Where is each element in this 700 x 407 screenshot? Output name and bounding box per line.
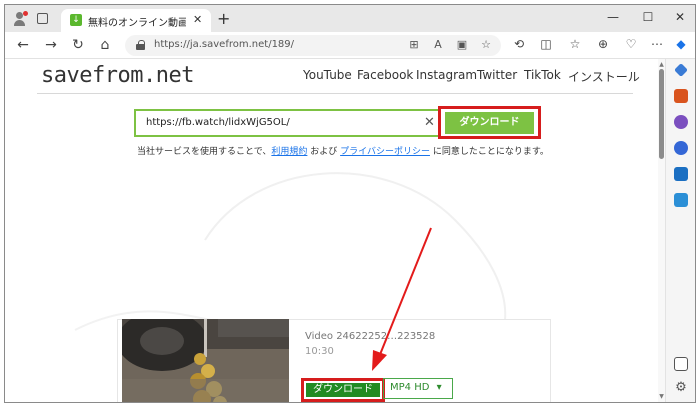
tab-actions-icon[interactable] (37, 13, 48, 24)
lock-icon[interactable] (136, 40, 145, 50)
download-button-highlight: ダウンロード (438, 106, 541, 139)
format-select[interactable]: MP4 HD ▾ (383, 378, 453, 399)
minimize-button[interactable]: — (603, 10, 623, 24)
clear-icon[interactable]: ✕ (424, 115, 435, 130)
format-select-value: MP4 HD (390, 382, 430, 393)
new-tab-button[interactable]: + (217, 9, 230, 28)
browser-essentials-icon[interactable]: ♡ (622, 37, 640, 51)
toolbox-icon[interactable] (674, 89, 688, 103)
more-menu-icon[interactable]: ⋯ (648, 37, 666, 51)
profile-icon[interactable] (13, 11, 29, 27)
terms-suffix: に同意したことになります。 (429, 147, 549, 157)
site-logo[interactable]: savefrom.net (41, 63, 194, 88)
terms-notice: 当社サービスを使用することで、利用規約 および プライバシーポリシー に同意した… (137, 144, 549, 157)
browser-window: ↓ 無料のオンライン動画ダウンロード。動 ✕ + — ☐ ✕ ← → ↻ ⌂ h… (4, 4, 696, 403)
header-divider (37, 93, 633, 94)
nav-twitter[interactable]: Twitter (477, 68, 517, 82)
copilot-icon[interactable]: ◆ (672, 37, 690, 51)
favorites-icon[interactable]: ☆ (566, 37, 584, 51)
read-aloud-icon[interactable]: A (431, 38, 445, 51)
copilot-sidebar-icon[interactable] (674, 141, 688, 155)
app-available-icon[interactable]: ⊞ (407, 38, 421, 51)
terms-prefix: 当社サービスを使用することで、 (137, 147, 272, 157)
result-download-button[interactable]: ダウンロード (306, 383, 380, 397)
back-arrow-icon[interactable]: ← (14, 37, 32, 53)
tab-bar: ↓ 無料のオンライン動画ダウンロード。動 ✕ + — ☐ ✕ (5, 5, 695, 32)
video-title: Video 24622252…223528 (305, 331, 436, 342)
savefrom-favicon-icon: ↓ (70, 14, 82, 26)
send-icon[interactable] (674, 193, 688, 207)
maximize-button[interactable]: ☐ (638, 10, 658, 24)
chevron-down-icon: ▾ (436, 382, 442, 393)
address-bar[interactable]: https://ja.savefrom.net/189/ ⊞ A ▣ ☆ (125, 35, 501, 56)
home-icon[interactable]: ⌂ (96, 37, 114, 53)
tag-icon[interactable] (674, 63, 688, 77)
edge-sidebar: ⚙ (665, 59, 695, 402)
nav-youtube[interactable]: YouTube (303, 68, 352, 82)
terms-mid: および (307, 147, 341, 157)
web-page: savefrom.net YouTube Facebook Instagram … (5, 60, 658, 402)
refresh-icon[interactable]: ↻ (69, 37, 87, 53)
nav-tiktok[interactable]: TikTok (524, 68, 561, 82)
download-button[interactable]: ダウンロード (445, 112, 534, 134)
scroll-thumb[interactable] (659, 69, 664, 159)
nav-install[interactable]: インストール (568, 68, 640, 85)
extensions-icon[interactable]: ⟲ (510, 37, 528, 51)
tab-title: 無料のオンライン動画ダウンロード。動 (88, 18, 186, 29)
nav-instagram[interactable]: Instagram (416, 68, 477, 82)
outlook-icon[interactable] (674, 167, 688, 181)
scroll-up-icon[interactable]: ▲ (658, 61, 665, 68)
result-download-highlight: ダウンロード (301, 378, 385, 402)
forward-arrow-icon[interactable]: → (42, 37, 60, 53)
tab-close-icon[interactable]: ✕ (193, 13, 202, 26)
url-text[interactable]: https://ja.savefrom.net/189/ (154, 39, 294, 50)
page-scrollbar[interactable]: ▲ ▼ (658, 59, 665, 402)
nav-facebook[interactable]: Facebook (357, 68, 413, 82)
collections-icon[interactable]: ⊕ (594, 37, 612, 51)
split-screen-icon[interactable]: ◫ (537, 37, 555, 51)
active-tab[interactable]: ↓ 無料のオンライン動画ダウンロード。動 ✕ (61, 9, 211, 32)
scroll-down-icon[interactable]: ▼ (658, 393, 665, 400)
close-window-button[interactable]: ✕ (670, 10, 690, 24)
browser-toolbar: ← → ↻ ⌂ https://ja.savefrom.net/189/ ⊞ A… (5, 32, 695, 59)
url-input[interactable]: https://fb.watch/lidxWjG5OL/ ✕ (134, 109, 440, 137)
privacy-policy-link[interactable]: プライバシーポリシー (340, 147, 430, 157)
video-duration: 10:30 (305, 346, 334, 357)
immersive-reader-icon[interactable]: ▣ (455, 38, 469, 51)
url-input-value[interactable]: https://fb.watch/lidxWjG5OL/ (146, 117, 290, 128)
settings-gear-icon[interactable]: ⚙ (674, 381, 688, 395)
games-icon[interactable] (674, 115, 688, 129)
video-thumbnail (122, 319, 289, 402)
favorite-star-icon[interactable]: ☆ (479, 38, 493, 51)
terms-of-use-link[interactable]: 利用規約 (271, 147, 307, 157)
screen-icon[interactable] (674, 357, 688, 371)
